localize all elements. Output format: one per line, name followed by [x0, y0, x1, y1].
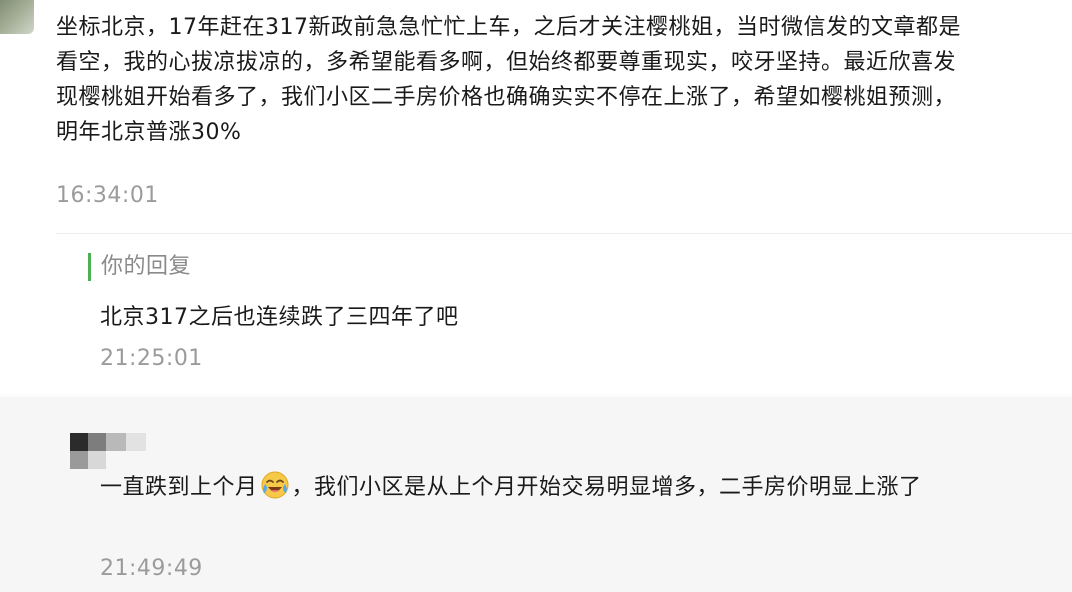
- crying-laughing-emoji-icon: [261, 471, 289, 499]
- comment-timestamp: 16:34:01: [56, 183, 159, 208]
- followup-text-before: 一直跌到上个月: [100, 475, 258, 500]
- comment-body: 坐标北京，17年赶在317新政前急急忙忙上车，之后才关注樱桃姐，当时微信发的文章…: [56, 15, 961, 145]
- reply-label: 你的回复: [88, 253, 988, 281]
- reply-timestamp: 21:25:01: [100, 346, 203, 371]
- followup-text-after: ，我们小区是从上个月开始交易明显增多，二手房价明显上涨了: [291, 475, 922, 500]
- divider: [56, 233, 1072, 234]
- followup-timestamp: 21:49:49: [100, 556, 203, 581]
- author-reply-header: 你的回复: [88, 253, 988, 281]
- commenter-avatar[interactable]: [0, 0, 34, 34]
- followup-body: 一直跌到上个月 ，我们小区是从上个月开始交易明显增多，二手房价明显上涨了: [100, 470, 970, 506]
- pixelated-username[interactable]: [70, 433, 146, 469]
- author-reply-body: 北京317之后也连续跌了三四年了吧: [100, 305, 459, 330]
